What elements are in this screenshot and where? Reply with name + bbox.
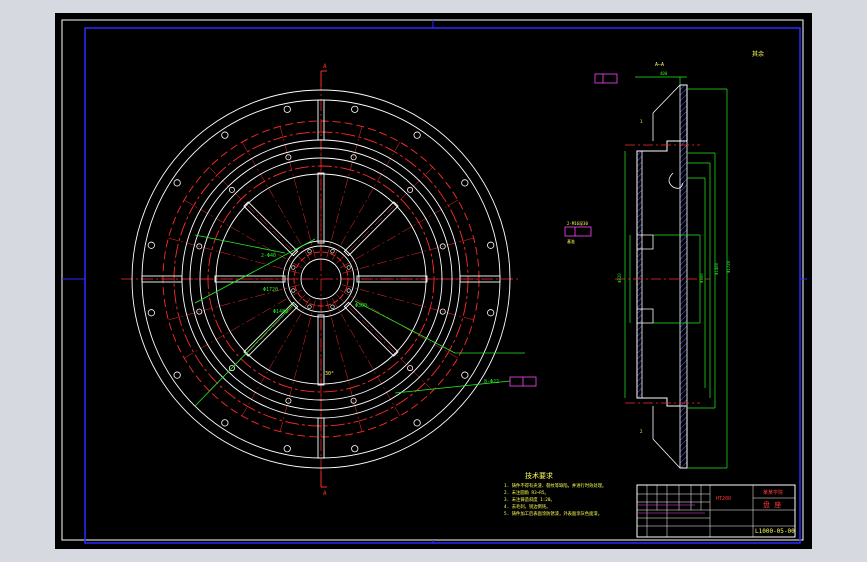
bolt-hole-outer bbox=[413, 419, 421, 427]
title-block: HT200 某某学院 盘 座 L1000-05-00 bbox=[636, 484, 796, 538]
tech-item-3: 3. 未注铸造斜度 1:20。 bbox=[504, 496, 555, 503]
bolt-hole-outer bbox=[173, 371, 181, 379]
bolt-hole-outer bbox=[221, 419, 229, 427]
hub-hole bbox=[291, 265, 296, 270]
company-label: 某某学院 bbox=[763, 489, 783, 496]
tech-title: 技术要求 bbox=[525, 471, 553, 480]
svg-text:Φ1480: Φ1480 bbox=[714, 262, 719, 275]
drawing-canvas[interactable]: 2-Φ40 Φ1720 Φ1480 Φ300 8-Φ22 30° A A A—A… bbox=[55, 13, 812, 549]
cad-viewport[interactable]: 2-Φ40 Φ1720 Φ1480 Φ300 8-Φ22 30° A A A—A… bbox=[0, 0, 867, 562]
outer-border bbox=[61, 19, 804, 541]
inner-border bbox=[84, 27, 801, 544]
bolt-hole-outer bbox=[283, 105, 291, 113]
view-label-bottom: A bbox=[323, 490, 327, 497]
hub-hole bbox=[291, 288, 296, 293]
svg-text:2-M16深30: 2-M16深30 bbox=[567, 220, 588, 226]
svg-text:Φ1720: Φ1720 bbox=[726, 260, 731, 273]
bolt-hole-outer bbox=[487, 241, 495, 249]
svg-text:1: 1 bbox=[640, 119, 643, 124]
bolt-hole-outer bbox=[351, 105, 359, 113]
svg-text:基准: 基准 bbox=[567, 238, 575, 244]
bolt-hole-outer bbox=[221, 131, 229, 139]
bolt-hole-outer bbox=[147, 241, 155, 249]
technical-notes: 技术要求 1. 铸件不得有夹渣、裂纹等缺陷，并进行时效处理。 2. 未注圆角 R… bbox=[504, 471, 606, 517]
hub-hole bbox=[330, 304, 335, 309]
tech-item-5: 5. 铸件加工后表面涂防锈漆，外表面涂灰色面漆。 bbox=[504, 510, 602, 517]
hub-hole bbox=[307, 249, 312, 254]
bolt-hole-outer bbox=[487, 309, 495, 317]
svg-text:Φ1480: Φ1480 bbox=[273, 309, 288, 315]
bolt-hole-outer bbox=[147, 309, 155, 317]
svg-text:30°: 30° bbox=[325, 371, 334, 377]
hub-hole bbox=[330, 249, 335, 254]
svg-text:Φ300: Φ300 bbox=[355, 303, 367, 309]
svg-text:400: 400 bbox=[660, 71, 668, 76]
tech-item-2: 2. 未注圆角 R3~R5。 bbox=[504, 489, 549, 496]
hub-hole bbox=[307, 304, 312, 309]
bolt-hole-outer bbox=[461, 179, 469, 187]
bolt-hole-outer bbox=[413, 131, 421, 139]
bolt-hole-outer bbox=[283, 445, 291, 453]
svg-text:Φ300: Φ300 bbox=[699, 273, 704, 283]
front-view: 2-Φ40 Φ1720 Φ1480 Φ300 8-Φ22 30° A A bbox=[121, 63, 537, 497]
bolt-hole-outer bbox=[461, 371, 469, 379]
section-title: A—A bbox=[655, 62, 664, 68]
drawing-number: L1000-05-00 bbox=[755, 528, 795, 535]
tech-item-4: 4. 去毛刺，锐边倒钝。 bbox=[504, 503, 550, 510]
section-view: A—A 其余 400 Φ1720 Φ1480 Φ820 Φ300 2-M16深3… bbox=[564, 50, 764, 469]
svg-text:2-Φ40: 2-Φ40 bbox=[261, 253, 276, 259]
view-label-top: A bbox=[323, 63, 327, 70]
part-name: 盘 座 bbox=[763, 500, 781, 509]
tech-item-1: 1. 铸件不得有夹渣、裂纹等缺陷，并进行时效处理。 bbox=[504, 482, 606, 489]
svg-text:Φ820: Φ820 bbox=[617, 273, 622, 283]
svg-text:2: 2 bbox=[640, 429, 643, 434]
hub-hole bbox=[346, 265, 351, 270]
drawing-sheet[interactable]: 2-Φ40 Φ1720 Φ1480 Φ300 8-Φ22 30° A A A—A… bbox=[55, 13, 812, 549]
front-centerlines bbox=[121, 79, 521, 479]
material-label: HT200 bbox=[716, 496, 731, 502]
svg-text:Φ1720: Φ1720 bbox=[263, 287, 278, 293]
bolt-hole-outer bbox=[173, 179, 181, 187]
front-dimensions: 2-Φ40 Φ1720 Φ1480 Φ300 8-Φ22 30° bbox=[194, 234, 537, 407]
bolt-hole-outer bbox=[351, 445, 359, 453]
hub-hole bbox=[346, 288, 351, 293]
surface-roughness-note: 其余 bbox=[752, 50, 764, 58]
